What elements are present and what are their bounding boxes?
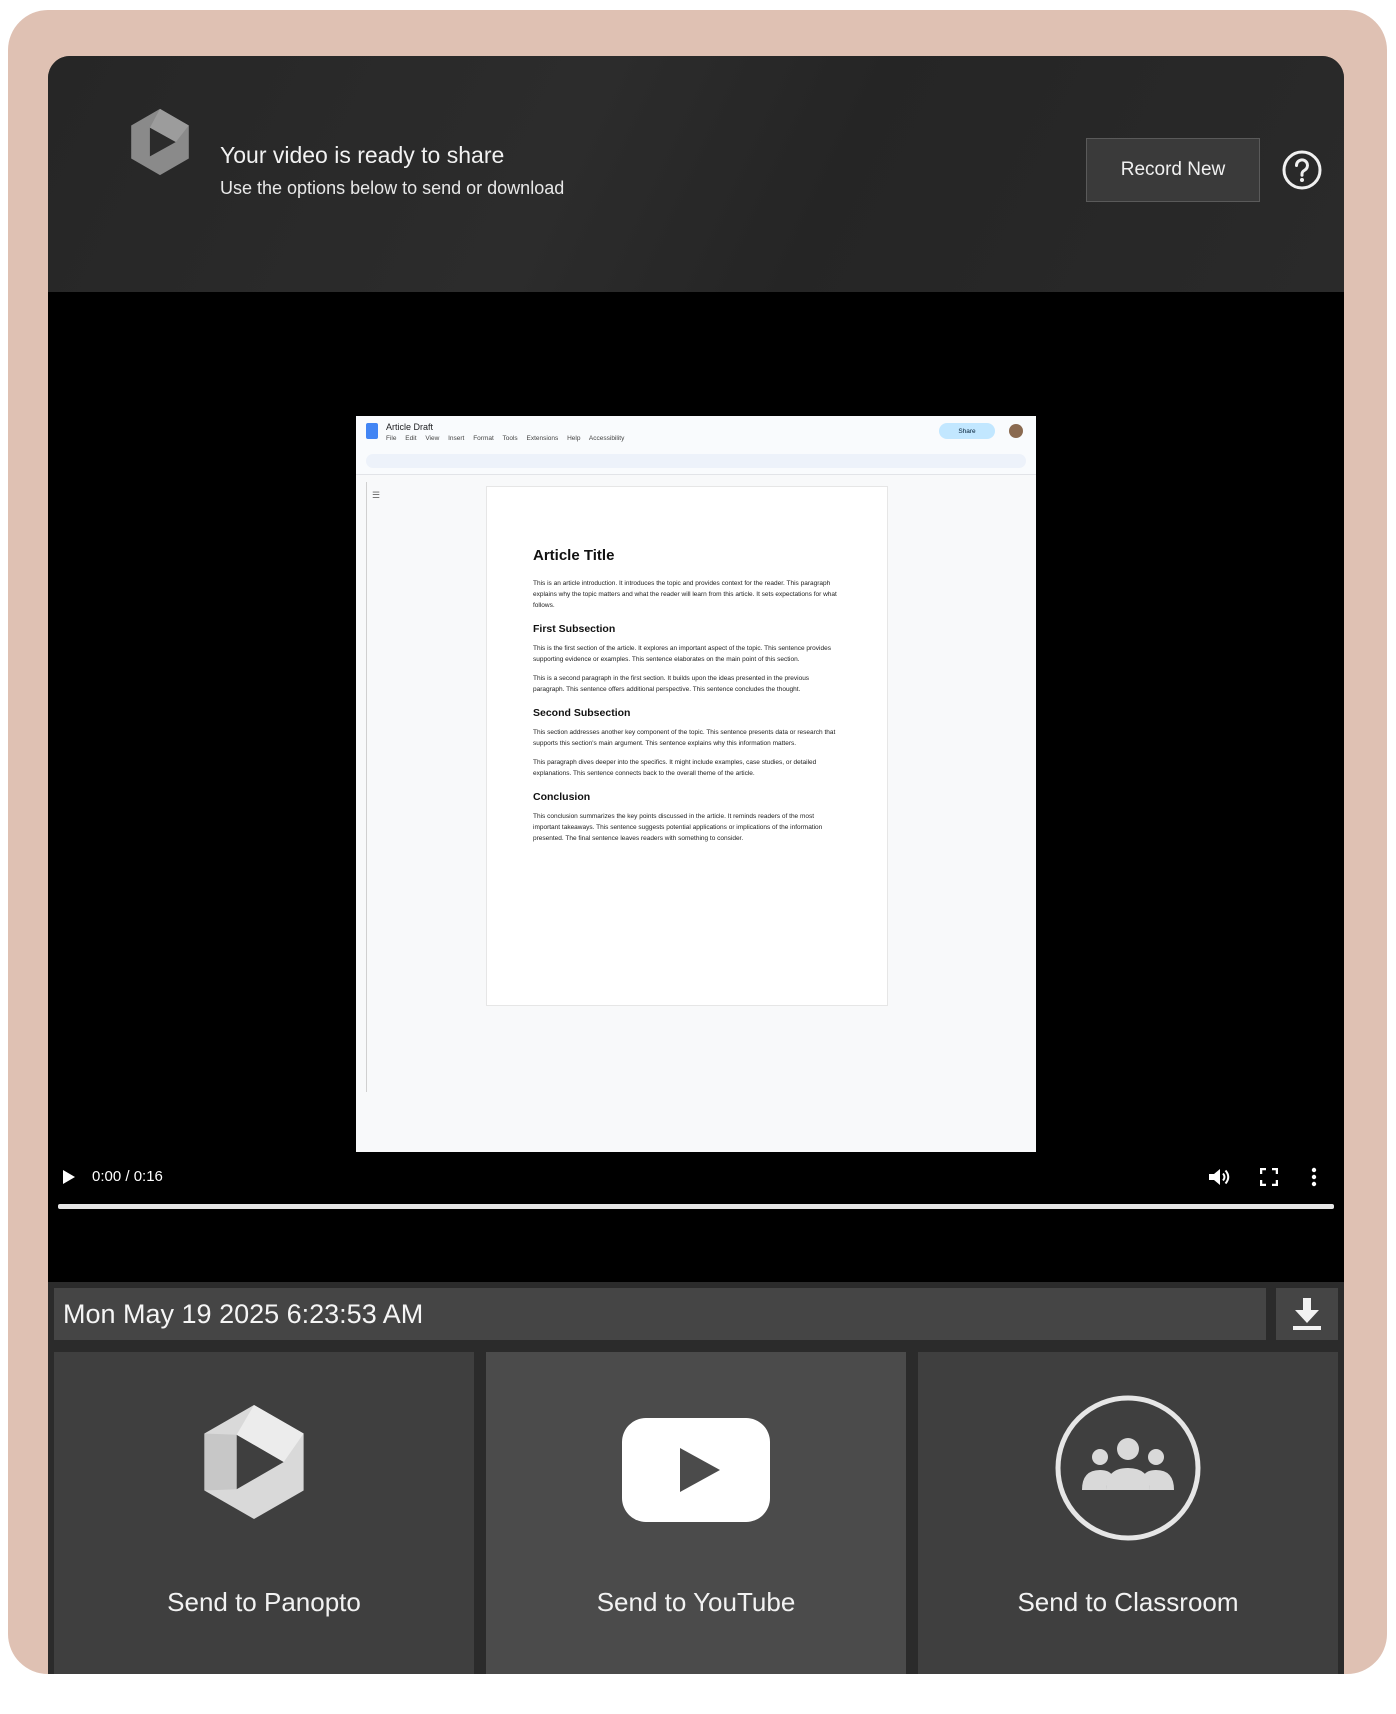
recording-name-field[interactable]: Mon May 19 2025 6:23:53 AM <box>54 1288 1266 1340</box>
doc-menu-item: Help <box>567 435 581 442</box>
send-to-youtube-button[interactable]: Send to YouTube <box>486 1352 906 1674</box>
doc-menu-item: Format <box>473 435 494 442</box>
tile-label: Send to Classroom <box>1017 1587 1239 1617</box>
doc-menu-item: Insert <box>448 435 465 442</box>
article-paragraph: This paragraph dives deeper into the spe… <box>533 759 817 777</box>
doc-page: Article Title This is an article introdu… <box>486 486 888 1006</box>
page-subtitle: Use the options below to send or downloa… <box>220 178 565 198</box>
header: Your video is ready to share Use the opt… <box>48 56 1344 292</box>
article-heading: First Subsection <box>533 623 616 635</box>
doc-share-button: Share <box>939 423 995 439</box>
doc-menu-item: Extensions <box>526 435 559 442</box>
record-new-button[interactable]: Record New <box>1086 138 1260 202</box>
fullscreen-icon[interactable] <box>1260 1168 1278 1186</box>
doc-ruler <box>360 482 367 1092</box>
article-paragraph: This is the first section of the article… <box>533 645 831 663</box>
article-paragraph: This conclusion summarizes the key point… <box>533 813 823 842</box>
doc-menu-item: Tools <box>502 435 518 442</box>
help-icon[interactable] <box>1282 150 1322 190</box>
doc-name: Article Draft <box>386 422 434 432</box>
more-options-icon[interactable] <box>1311 1167 1317 1187</box>
tile-label: Send to Panopto <box>167 1587 361 1617</box>
doc-menu-item: Edit <box>405 435 417 442</box>
download-icon <box>1293 1298 1321 1330</box>
volume-icon[interactable] <box>1208 1167 1230 1187</box>
video-player[interactable]: Article Draft File Edit View Insert Form… <box>48 292 1344 1282</box>
time-display: 0:00 / 0:16 <box>92 1168 163 1185</box>
doc-menu-item: File <box>386 435 397 442</box>
doc-titlebar: Article Draft File Edit View Insert Form… <box>356 416 1036 475</box>
doc-menu-item: Accessibility <box>588 435 625 442</box>
avatar <box>1009 424 1023 438</box>
doc-toolbar <box>366 454 1026 468</box>
article-heading: Second Subsection <box>533 707 631 719</box>
page-title: Your video is ready to share <box>220 142 505 168</box>
classroom-icon <box>1055 1395 1201 1541</box>
panopto-logo-icon <box>131 108 189 176</box>
video-controls: 0:00 / 0:16 <box>48 1132 1344 1282</box>
send-to-panopto-button[interactable]: Send to Panopto <box>54 1352 474 1674</box>
send-to-classroom-button[interactable]: Send to Classroom <box>918 1352 1338 1674</box>
doc-menu-item: View <box>425 435 440 442</box>
article-paragraph: This is a second paragraph in the first … <box>533 675 810 693</box>
play-icon[interactable] <box>62 1169 76 1185</box>
article-paragraph: This section addresses another key compo… <box>533 729 836 747</box>
tile-label: Send to YouTube <box>596 1587 796 1617</box>
download-button[interactable] <box>1276 1288 1338 1340</box>
doc-menu: File Edit View Insert Format Tools Exten… <box>386 435 631 442</box>
outline-icon: ☰ <box>372 490 381 500</box>
progress-bar[interactable] <box>58 1204 1334 1209</box>
article-title: Article Title <box>533 547 615 564</box>
article-heading: Conclusion <box>533 791 591 803</box>
youtube-icon <box>622 1418 770 1522</box>
docs-icon <box>366 423 378 439</box>
share-panel: Your video is ready to share Use the opt… <box>48 56 1344 1674</box>
video-frame-document: Article Draft File Edit View Insert Form… <box>356 416 1036 1152</box>
panopto-icon <box>204 1404 304 1520</box>
article-paragraph: This is an article introduction. It intr… <box>533 580 837 609</box>
